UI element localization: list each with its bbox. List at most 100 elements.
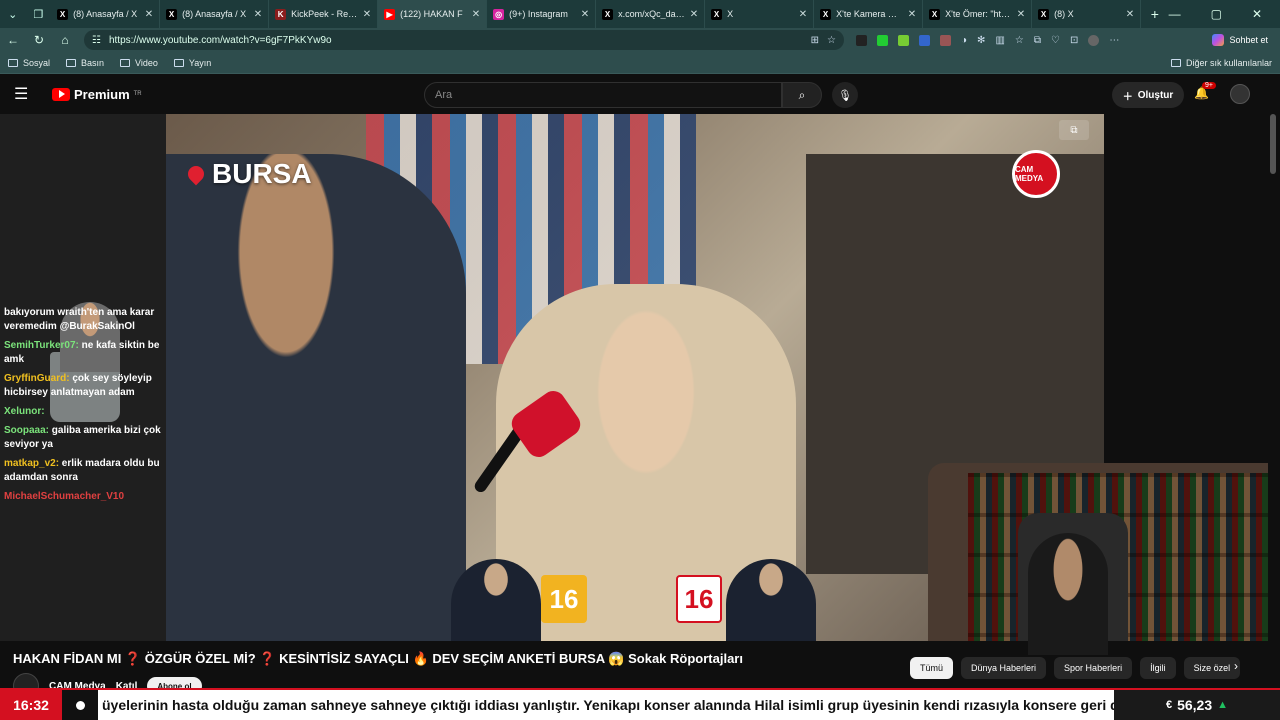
cam-medya-logo: CAM MEDYA: [1012, 150, 1060, 198]
new-tab-button[interactable]: +: [1141, 6, 1169, 22]
browser-tab[interactable]: X X'te Ömer: "https:// ✕: [923, 0, 1033, 28]
ticker-clock: 16:32: [0, 690, 62, 720]
app-install-icon[interactable]: ⊞: [811, 35, 819, 46]
tab-close-icon[interactable]: ✕: [145, 9, 153, 20]
extension-icon[interactable]: [877, 34, 888, 46]
search-input[interactable]: Ara: [424, 82, 782, 108]
browser-tab[interactable]: X X'te Kamera Kaydı ✕: [814, 0, 924, 28]
chat-username[interactable]: Xelunor:: [4, 406, 45, 417]
extension-icon[interactable]: [856, 34, 867, 46]
bookmark-label: Sosyal: [23, 57, 51, 68]
browser-tab[interactable]: X (8) Anasayfa / X ✕: [51, 0, 161, 28]
create-button[interactable]: ＋ Oluştur: [1112, 82, 1184, 108]
miniplayer-icon[interactable]: ⧉: [1059, 120, 1089, 140]
split-screen-icon[interactable]: ▥: [995, 35, 1004, 46]
close-window-icon[interactable]: ✕: [1252, 7, 1262, 21]
extension-icon[interactable]: [898, 34, 909, 46]
home-icon[interactable]: ⌂: [58, 33, 72, 47]
chat-username[interactable]: MichaelSchumacher_V10: [4, 491, 124, 502]
favorite-star-icon[interactable]: ☆: [827, 35, 836, 46]
filter-chip[interactable]: Tümü: [910, 657, 954, 679]
search-button[interactable]: ⌕: [782, 82, 822, 108]
chat-message: matkap_v2: erlik madara oldu bu adamdan …: [4, 457, 164, 485]
maximize-icon[interactable]: ▢: [1211, 7, 1222, 21]
tab-close-icon[interactable]: ✕: [1126, 9, 1134, 20]
screenshot-icon[interactable]: ⊡: [1070, 35, 1078, 46]
youtube-logo[interactable]: Premium TR: [52, 87, 142, 102]
tab-close-icon[interactable]: ✕: [908, 9, 916, 20]
favorites-icon[interactable]: ☆: [1015, 35, 1024, 46]
account-avatar[interactable]: [1230, 84, 1250, 104]
tab-close-icon[interactable]: ✕: [472, 9, 480, 20]
workspaces-icon[interactable]: ❐: [26, 0, 52, 28]
browser-tab[interactable]: K KickPeek - Real-time ✕: [269, 0, 379, 28]
other-bookmarks[interactable]: Diğer sık kullanılanlar: [1170, 58, 1272, 68]
chat-username[interactable]: matkap_v2:: [4, 458, 59, 469]
refresh-icon[interactable]: ↻: [32, 33, 46, 47]
more-icon[interactable]: ⋯: [1109, 35, 1119, 46]
video-title: HAKAN FİDAN MI ❓ ÖZGÜR ÖZEL Mİ? ❓ KESİNT…: [13, 651, 743, 666]
filter-chip[interactable]: İlgili: [1140, 657, 1176, 679]
bookmark-sosyal[interactable]: Sosyal: [8, 58, 50, 68]
tab-label: (8) X: [1054, 9, 1074, 19]
browser-tab[interactable]: ▶ (122) HAKAN F ✕: [378, 0, 488, 28]
chevron-right-icon[interactable]: ›: [1234, 659, 1238, 673]
ticker-text: üyelerinin hasta olduğu zaman sahneye sa…: [98, 690, 1114, 720]
browser-tab[interactable]: X X ✕: [705, 0, 815, 28]
menu-icon[interactable]: ☰: [14, 84, 38, 104]
notifications-button[interactable]: 🔔 9+: [1194, 82, 1216, 100]
filter-chip[interactable]: Dünya Haberleri: [961, 657, 1047, 679]
back-icon[interactable]: ←: [6, 33, 20, 47]
tab-label: X'te Ömer: "https://: [945, 9, 1012, 19]
folder-icon: [66, 58, 77, 67]
chat-username[interactable]: GryffinGuard:: [4, 373, 70, 384]
x-icon: X: [57, 8, 69, 20]
tab-close-icon[interactable]: ✕: [799, 9, 807, 20]
chat-message: MichaelSchumacher_V10: [4, 490, 164, 504]
filter-chip[interactable]: Size özel: [1183, 657, 1241, 679]
collections-icon[interactable]: ⧉: [1034, 35, 1041, 46]
bookmark-basin[interactable]: Basın: [66, 58, 104, 68]
browser-tab[interactable]: X (8) Anasayfa / X ✕: [160, 0, 270, 28]
browser-tab[interactable]: X (8) X ✕: [1032, 0, 1142, 28]
puzzle-icon[interactable]: ✻: [977, 35, 985, 46]
search-placeholder: Ara: [435, 89, 453, 101]
browser-tab[interactable]: ◎ (9+) Instagram ✕: [487, 0, 597, 28]
voice-search-button[interactable]: 🎙: [832, 82, 858, 108]
tab-close-icon[interactable]: ✕: [581, 9, 589, 20]
chat-message: GryffinGuard: çok sey söyleyip hicbirsey…: [4, 372, 164, 400]
profile-avatar[interactable]: [1088, 34, 1100, 46]
site-info-icon[interactable]: ☷: [92, 35, 101, 46]
page-scrollbar[interactable]: [1270, 114, 1276, 174]
translate-icon[interactable]: [919, 34, 930, 46]
location-text: BURSA: [212, 158, 312, 189]
copilot-chat-button[interactable]: Sohbet et: [1212, 34, 1274, 46]
tab-close-icon[interactable]: ✕: [363, 9, 371, 20]
chat-username[interactable]: Soopaaa:: [4, 425, 49, 436]
bookmarks-bar: Sosyal Basın Video Yayın Diğer sık kulla…: [0, 52, 1280, 74]
youtube-play-icon: [52, 87, 70, 101]
tab-close-icon[interactable]: ✕: [254, 9, 262, 20]
candidate-right-figure: [726, 559, 816, 641]
extension-icon[interactable]: ◑: [961, 35, 967, 46]
minimize-icon[interactable]: —: [1169, 7, 1181, 21]
currency-rate: € 56,23 ▲: [1114, 690, 1280, 720]
bookmark-label: Video: [135, 57, 158, 68]
tab-close-icon[interactable]: ✕: [1017, 9, 1025, 20]
extension-icon[interactable]: [940, 34, 951, 46]
url-field[interactable]: ☷ https://www.youtube.com/watch?v=6gF7Pk…: [84, 30, 844, 50]
kickpeek-icon: K: [275, 8, 287, 20]
x-icon: X: [166, 8, 178, 20]
tab-actions-icon[interactable]: ⌄: [0, 0, 26, 28]
plus-icon: ＋: [1122, 91, 1133, 103]
heart-icon[interactable]: ♡: [1051, 35, 1060, 46]
filter-chip[interactable]: Spor Haberleri: [1054, 657, 1133, 679]
youtube-icon: ▶: [384, 8, 396, 20]
chat-username[interactable]: SemihTurker07:: [4, 340, 79, 351]
bookmark-video[interactable]: Video: [120, 58, 158, 68]
tab-close-icon[interactable]: ✕: [690, 9, 698, 20]
folder-icon: [173, 58, 184, 67]
x-icon: X: [929, 8, 941, 20]
bookmark-yayin[interactable]: Yayın: [173, 58, 211, 68]
browser-tab[interactable]: Xx.com/xQc_dailyy/st ✕: [596, 0, 706, 28]
